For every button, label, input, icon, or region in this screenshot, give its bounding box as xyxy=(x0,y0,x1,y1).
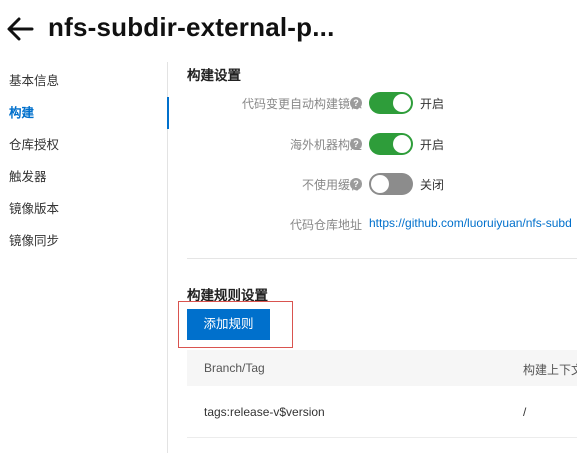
overseas-build-status: 开启 xyxy=(420,138,445,152)
sidebar-item-triggers[interactable]: 触发器 xyxy=(0,161,168,193)
help-icon[interactable]: ? xyxy=(350,138,362,150)
auto-build-toggle[interactable] xyxy=(369,92,413,114)
overseas-build-row: 海外机器构建 ? 开启 xyxy=(169,131,577,157)
repo-url-label: 代码仓库地址 xyxy=(289,218,362,232)
toggle-knob xyxy=(393,94,411,112)
sidebar-item-image-versions[interactable]: 镜像版本 xyxy=(0,193,168,225)
repo-url-link[interactable]: https://github.com/luoruiyuan/nfs-subd xyxy=(369,216,572,230)
page-header: nfs-subdir-external-p... xyxy=(0,0,577,58)
auto-build-status: 开启 xyxy=(420,97,445,111)
build-settings-title: 构建设置 xyxy=(187,68,241,83)
sidebar-item-repo-auth[interactable]: 仓库授权 xyxy=(0,129,168,161)
help-icon[interactable]: ? xyxy=(350,178,362,190)
table-row[interactable]: tags:release-v$version / xyxy=(187,386,577,438)
sidebar-item-build[interactable]: 构建 xyxy=(0,97,169,129)
help-icon[interactable]: ? xyxy=(350,97,362,109)
toggle-knob xyxy=(393,135,411,153)
no-cache-status: 关闭 xyxy=(420,178,445,192)
main-content: 构建设置 代码变更自动构建镜像 ? 开启 海外机器构建 ? 开启 不使用缓存 ?… xyxy=(169,58,577,453)
overseas-build-toggle[interactable] xyxy=(369,133,413,155)
table-header: Branch/Tag 构建上下文 xyxy=(187,350,577,386)
auto-build-row: 代码变更自动构建镜像 ? 开启 xyxy=(169,90,577,116)
no-cache-toggle[interactable] xyxy=(369,173,413,195)
column-header-build-context[interactable]: 构建上下文 xyxy=(523,361,577,378)
sidebar-item-image-sync[interactable]: 镜像同步 xyxy=(0,225,168,257)
back-arrow-icon[interactable] xyxy=(6,16,34,42)
toggle-knob xyxy=(371,175,389,193)
build-context-cell: / xyxy=(523,405,527,419)
auto-build-label: 代码变更自动构建镜像 xyxy=(241,97,362,111)
column-header-branch-tag[interactable]: Branch/Tag xyxy=(204,361,265,375)
no-cache-row: 不使用缓存 ? 关闭 xyxy=(169,171,577,197)
sidebar-item-basic-info[interactable]: 基本信息 xyxy=(0,65,168,97)
section-divider xyxy=(187,258,577,259)
page-title: nfs-subdir-external-p... xyxy=(48,12,335,42)
sidebar: 基本信息 构建 仓库授权 触发器 镜像版本 镜像同步 xyxy=(0,62,169,453)
add-rule-button[interactable]: 添加规则 xyxy=(187,309,270,340)
branch-tag-cell: tags:release-v$version xyxy=(204,405,325,419)
repo-url-row: 代码仓库地址 https://github.com/luoruiyuan/nfs… xyxy=(169,211,577,237)
